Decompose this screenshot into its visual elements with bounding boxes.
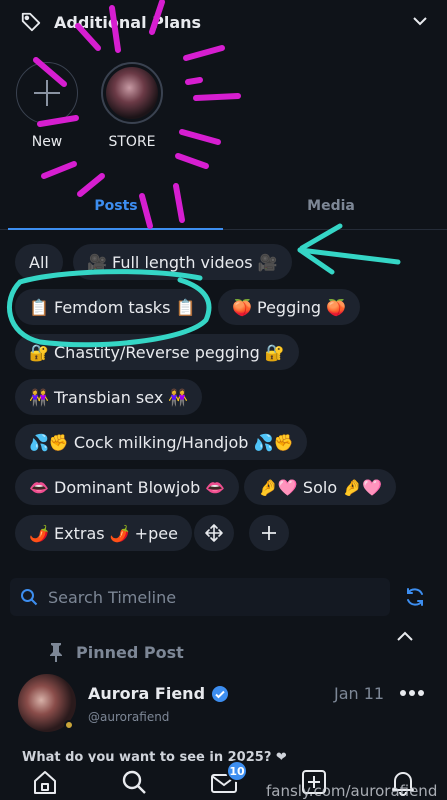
additional-plans-title: Additional Plans <box>54 12 202 32</box>
pin-icon <box>50 643 62 662</box>
filter-chip-femdom-tasks[interactable]: 📋 Femdom tasks 📋 <box>15 289 210 325</box>
filter-chip-all[interactable]: All <box>15 244 63 280</box>
watermark: fansly.com/aurorafiend <box>266 782 438 800</box>
store-story-circle[interactable] <box>101 62 163 124</box>
pinned-post-label: Pinned Post <box>48 642 184 662</box>
search-timeline-field[interactable]: Search Timeline <box>10 578 390 616</box>
verified-badge-icon <box>212 685 229 702</box>
search-icon[interactable] <box>120 768 148 796</box>
author-handle[interactable]: @aurorafiend <box>88 710 169 724</box>
more-options-icon[interactable] <box>400 688 424 698</box>
filter-chip-chastity[interactable]: 🔐 Chastity/Reverse pegging 🔐 <box>15 334 299 370</box>
messages-nav-item[interactable]: 10 <box>210 760 248 796</box>
new-story-circle[interactable] <box>16 62 78 124</box>
plus-icon <box>262 526 276 540</box>
tag-icon <box>21 12 41 32</box>
post-header: Aurora Fiend @aurorafiend Jan 11 <box>18 674 438 734</box>
search-placeholder: Search Timeline <box>48 587 177 607</box>
filter-chip-dominant-blowjob[interactable]: 👄 Dominant Blowjob 👄 <box>15 469 240 505</box>
additional-plans-header[interactable]: Additional Plans <box>0 0 447 44</box>
search-icon <box>21 589 38 606</box>
pinned-post-text: Pinned Post <box>76 642 184 662</box>
story-store-label: STORE <box>108 134 156 150</box>
chevron-down-icon[interactable] <box>411 12 429 30</box>
author-name: Aurora Fiend <box>88 684 206 703</box>
plus-icon <box>34 80 60 106</box>
post-date: Jan 11 <box>334 684 385 703</box>
chevron-up-icon[interactable] <box>395 628 415 644</box>
filter-chip-solo[interactable]: 🤌🩷 Solo 🤌🩷 <box>244 469 397 505</box>
move-arrows-icon <box>205 524 223 542</box>
stories-row: New STORE <box>0 62 447 162</box>
author-name-row[interactable]: Aurora Fiend <box>88 684 229 703</box>
content-tabs: Posts Media <box>0 188 447 230</box>
story-new-label: New <box>31 134 63 150</box>
filter-chip-extras[interactable]: 🌶️ Extras 🌶️ +pee <box>15 515 192 551</box>
filter-chip-transbian-sex[interactable]: 👭 Transbian sex 👭 <box>15 379 203 415</box>
add-filter-button[interactable] <box>249 515 289 551</box>
reorder-filters-button[interactable] <box>194 515 234 551</box>
story-store[interactable]: STORE <box>87 62 177 150</box>
active-tab-indicator <box>8 228 223 230</box>
messages-badge: 10 <box>226 760 248 782</box>
home-icon[interactable] <box>31 768 59 796</box>
filter-chip-cock-milking[interactable]: 💦✊ Cock milking/Handjob 💦✊ <box>15 424 308 460</box>
online-status-dot <box>64 720 74 730</box>
story-new[interactable]: New <box>2 62 92 150</box>
store-thumbnail <box>106 67 158 119</box>
refresh-icon[interactable] <box>404 586 426 608</box>
filter-chip-pegging[interactable]: 🍑 Pegging 🍑 <box>218 289 360 325</box>
filter-chip-full-length-videos[interactable]: 🎥 Full length videos 🎥 <box>73 244 292 280</box>
tab-media[interactable]: Media <box>281 198 381 214</box>
tab-posts[interactable]: Posts <box>66 198 166 214</box>
